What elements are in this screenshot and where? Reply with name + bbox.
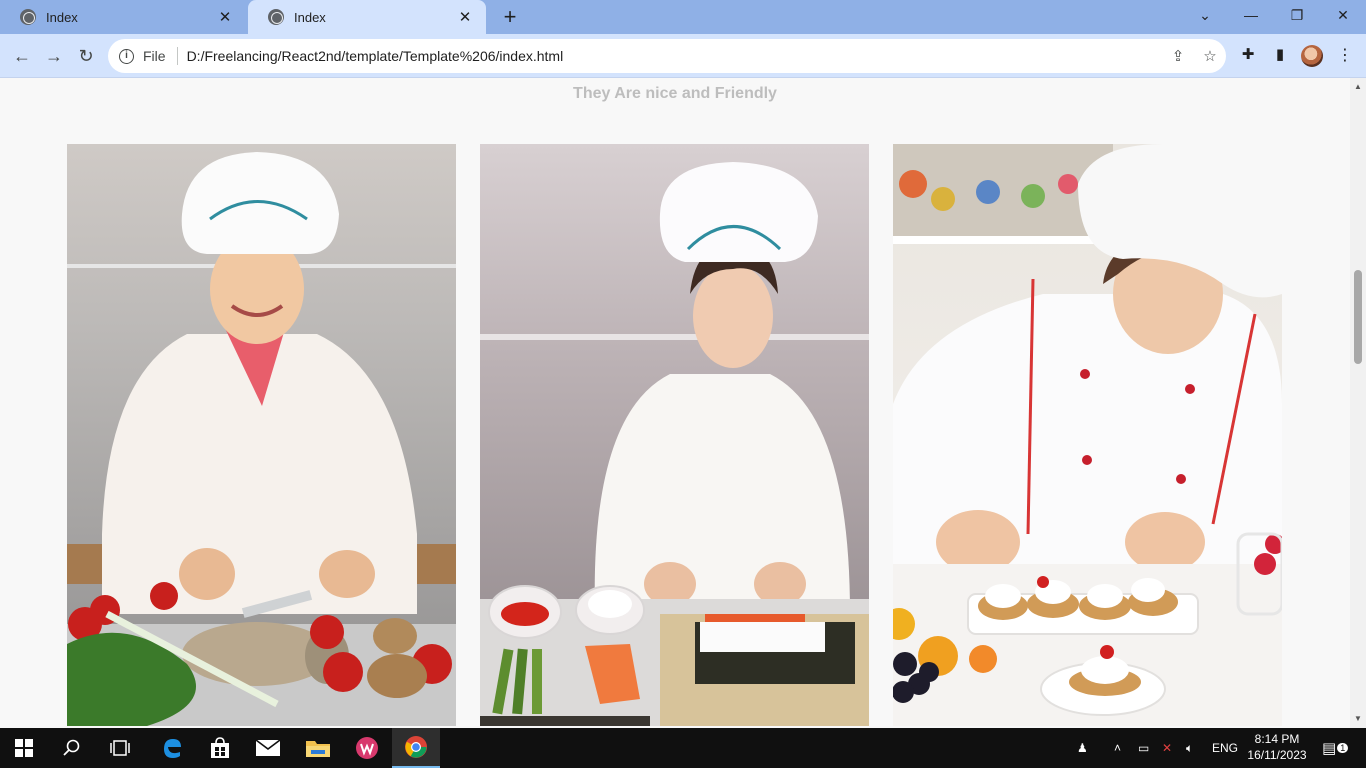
- scroll-down-arrow-icon[interactable]: ▼: [1350, 714, 1366, 723]
- back-button[interactable]: ←: [8, 42, 36, 70]
- tab-title: Index: [294, 9, 326, 25]
- info-icon[interactable]: i: [119, 48, 134, 64]
- restore-button[interactable]: ❐: [1274, 0, 1320, 30]
- taskbar-wps-office[interactable]: [343, 728, 391, 768]
- forward-button[interactable]: →: [40, 42, 68, 70]
- taskbar-mail[interactable]: [244, 728, 292, 768]
- network-disconnected-icon[interactable]: ✕: [1162, 728, 1182, 768]
- new-tab-button[interactable]: +: [499, 4, 521, 30]
- folder-icon: [306, 741, 330, 757]
- chef-card-3: [893, 144, 1282, 726]
- chef-card-2: [480, 144, 869, 726]
- scroll-up-arrow-icon[interactable]: ▲: [1350, 82, 1366, 91]
- battery-icon[interactable]: ▭: [1138, 728, 1158, 768]
- store-bag-icon: [211, 737, 229, 758]
- taskbar-clock[interactable]: 8:14 PM 16/11/2023: [1246, 731, 1308, 763]
- chrome-icon: [405, 736, 427, 758]
- globe-icon: [20, 9, 36, 25]
- close-window-button[interactable]: ✕: [1320, 0, 1366, 30]
- profile-avatar[interactable]: [1301, 45, 1323, 67]
- show-hidden-icons-chevron[interactable]: ˄: [1114, 728, 1130, 768]
- search-icon: [63, 739, 80, 756]
- minimize-button[interactable]: —: [1228, 0, 1274, 30]
- extensions-puzzle-icon[interactable]: ✚: [1237, 45, 1259, 67]
- address-bar[interactable]: i File D:/Freelancing/React2nd/template/…: [108, 39, 1226, 73]
- taskbar-store[interactable]: [196, 728, 244, 768]
- kebab-menu-icon[interactable]: ⋮: [1337, 45, 1353, 67]
- reload-button[interactable]: ↻: [72, 42, 100, 70]
- address-url[interactable]: D:/Freelancing/React2nd/template/Templat…: [187, 48, 1162, 64]
- chef-card-1: [67, 144, 456, 726]
- taskbar-file-explorer[interactable]: [294, 728, 342, 768]
- chef-photo-cutting-fish: [67, 144, 456, 726]
- close-tab-icon[interactable]: ✕: [456, 8, 474, 26]
- wps-office-icon: [356, 737, 378, 759]
- globe-icon: [268, 9, 284, 25]
- clock-time: 8:14 PM: [1254, 732, 1300, 746]
- tab-strip: Index ✕ Index ✕ + ⌄ — ❐ ✕: [0, 0, 1366, 34]
- action-center-button[interactable]: ▤ 1: [1322, 728, 1352, 768]
- task-view-button[interactable]: [96, 728, 144, 768]
- tab-index-1[interactable]: Index ✕: [0, 0, 246, 34]
- page-viewport: They Are nice and Friendly: [0, 78, 1350, 728]
- taskbar-edge[interactable]: [148, 728, 196, 768]
- edge-icon: [164, 739, 181, 758]
- notification-icon: ▤: [1322, 740, 1337, 757]
- chef-photo-decorating-tartlets: [893, 144, 1282, 726]
- volume-icon[interactable]: 🔈︎: [1186, 728, 1206, 768]
- taskbar-chrome[interactable]: [392, 728, 440, 768]
- tab-search-icon[interactable]: ⌄: [1182, 0, 1228, 30]
- search-button[interactable]: [48, 728, 96, 768]
- tab-index-2[interactable]: Index ✕: [248, 0, 486, 34]
- people-icon[interactable]: ♟: [1077, 728, 1097, 768]
- mail-icon: [256, 739, 280, 756]
- page-scrollbar[interactable]: ▲ ▼: [1350, 78, 1366, 728]
- tab-title: Index: [46, 9, 78, 25]
- side-panel-icon[interactable]: ▮: [1269, 45, 1291, 67]
- start-button[interactable]: [0, 728, 48, 768]
- notification-count: 1: [1337, 743, 1349, 753]
- browser-toolbar: ← → ↻ i File D:/Freelancing/React2nd/tem…: [0, 34, 1366, 78]
- address-separator: [176, 47, 178, 65]
- scrollbar-thumb[interactable]: [1354, 270, 1362, 364]
- share-icon[interactable]: ⇪: [1162, 47, 1194, 65]
- language-indicator[interactable]: ENG: [1212, 728, 1240, 768]
- bookmark-star-icon[interactable]: ☆: [1194, 47, 1226, 65]
- address-scheme-label: File: [143, 48, 166, 64]
- clock-date: 16/11/2023: [1247, 748, 1307, 762]
- windows-taskbar: ♟ ˄ ▭ ✕ 🔈︎ ENG 8:14 PM 16/11/2023 ▤ 1: [0, 728, 1366, 768]
- chef-photo-making-sushi: [480, 144, 869, 726]
- close-tab-icon[interactable]: ✕: [216, 8, 234, 26]
- section-subtitle: They Are nice and Friendly: [573, 85, 777, 102]
- task-view-icon: [110, 740, 130, 756]
- windows-logo-icon: [15, 739, 33, 757]
